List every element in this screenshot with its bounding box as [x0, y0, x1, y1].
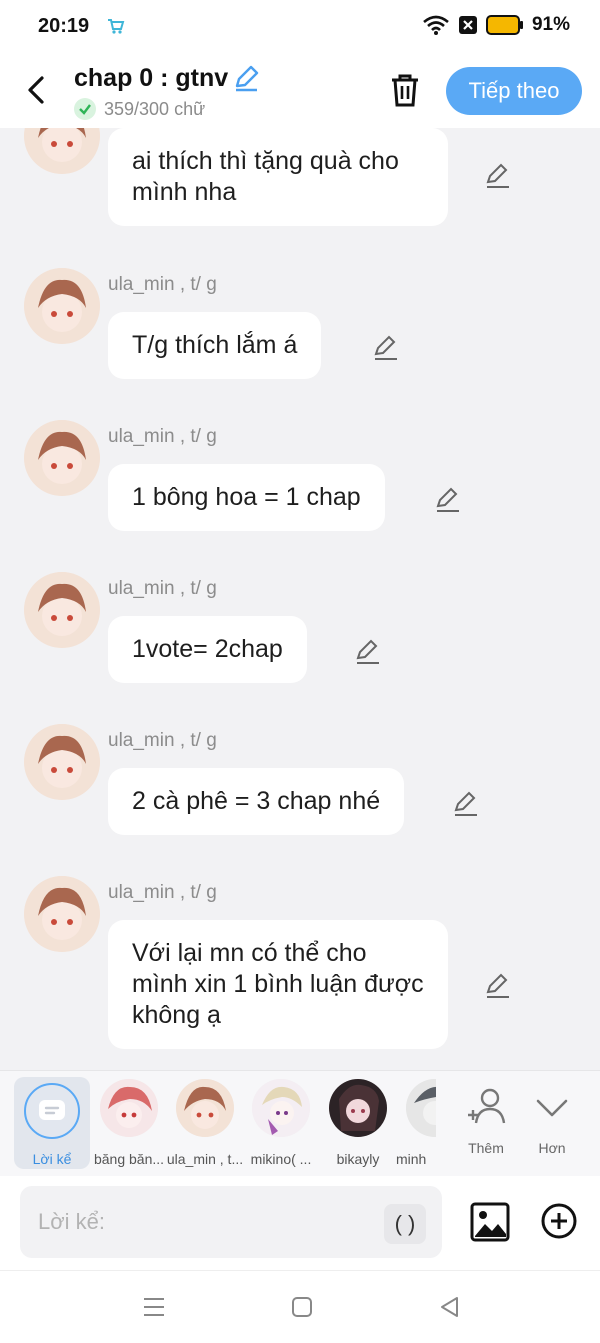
word-count-text: 359/300 chữ — [104, 98, 206, 119]
word-count: 359/300 chữ — [74, 98, 205, 120]
character-name: ula_min , t... — [166, 1151, 244, 1167]
character-item[interactable]: bikayly — [315, 1079, 401, 1167]
message-item: ula_min , t/ g Với lại mn có thể cho mìn… — [0, 876, 600, 1066]
sender-name: ula_min , t/ g — [108, 730, 217, 751]
avatar[interactable] — [24, 420, 100, 496]
editor-header: chap 0 : gtnv 359/300 chữ Tiếp theo — [0, 54, 600, 128]
avatar[interactable] — [24, 724, 100, 800]
character-name: bikayly — [336, 1151, 380, 1167]
avatar — [406, 1079, 436, 1137]
image-icon[interactable] — [470, 1202, 510, 1242]
edit-message-icon[interactable] — [484, 162, 512, 190]
more-button[interactable]: Hơn — [520, 1079, 584, 1156]
message-bubble[interactable]: T/g thích lắm á — [108, 312, 322, 379]
edit-message-icon[interactable] — [372, 334, 400, 362]
character-item[interactable]: ula_min , t... — [162, 1079, 248, 1167]
message-text: 1vote= 2chap — [132, 635, 283, 663]
message-text: 2 cà phê = 3 chap nhé — [132, 787, 381, 815]
avatar — [176, 1079, 234, 1137]
narrator-label: Lời kể — [32, 1151, 72, 1167]
character-item[interactable]: mikino( ... — [238, 1079, 324, 1167]
message-bubble[interactable]: Với lại mn có thể cho mình xin 1 bình lu… — [108, 920, 448, 1049]
chapter-title[interactable]: chap 0 : gtnv — [74, 64, 228, 93]
sender-name: ula_min , t/ g — [108, 274, 217, 295]
battery-icon — [485, 15, 523, 35]
message-item: ula_min , t/ g 1 bông hoa = 1 chap — [0, 420, 600, 540]
sender-name: ula_min , t/ g — [108, 882, 217, 903]
close-box-icon — [458, 16, 477, 34]
next-button[interactable]: Tiếp theo — [446, 67, 582, 115]
status-bar: 20:19 91% — [0, 0, 600, 54]
message-text: 1 bông hoa = 1 chap — [132, 483, 361, 511]
message-text: Với lại mn có thể cho mình xin 1 bình lu… — [132, 939, 424, 1029]
avatar[interactable] — [24, 128, 100, 174]
message-bubble[interactable]: 2 cà phê = 3 chap nhé — [108, 768, 405, 835]
add-character-button[interactable]: Thêm — [454, 1079, 518, 1156]
edit-message-icon[interactable] — [434, 486, 462, 514]
status-right: 91% — [422, 14, 570, 36]
add-user-icon — [468, 1088, 506, 1124]
chevron-down-icon — [536, 1099, 568, 1117]
message-text: T/g thích lắm á — [132, 331, 298, 359]
status-time: 20:19 — [38, 15, 90, 37]
message-bubble[interactable]: 1vote= 2chap — [108, 616, 307, 683]
avatar[interactable] — [24, 268, 100, 344]
character-bar: Lời kể băng băn... ula_min , t... mikino… — [0, 1070, 600, 1176]
sender-name: ula_min , t/ g — [108, 578, 217, 599]
narrator-icon — [24, 1083, 80, 1139]
character-name: mikino( ... — [250, 1151, 312, 1167]
avatar[interactable] — [24, 876, 100, 952]
message-item: ai thích thì tặng quà cho mình nha — [0, 128, 600, 238]
edit-message-icon[interactable] — [452, 790, 480, 818]
check-icon — [74, 98, 96, 120]
character-name: băng băn... — [93, 1151, 165, 1167]
edit-message-icon[interactable] — [484, 972, 512, 1000]
message-bubble[interactable]: ai thích thì tặng quà cho mình nha — [108, 128, 448, 226]
story-input[interactable] — [20, 1186, 442, 1258]
avatar — [252, 1079, 310, 1137]
chat-area: ai thích thì tặng quà cho mình nha ula_m… — [0, 128, 600, 1070]
back-triangle-icon[interactable] — [438, 1295, 462, 1319]
composer: ( ) — [0, 1176, 600, 1270]
home-square-icon[interactable] — [290, 1295, 314, 1319]
wifi-icon — [423, 15, 449, 35]
message-item: ula_min , t/ g 1vote= 2chap — [0, 572, 600, 692]
character-name: minh — [396, 1151, 427, 1167]
menu-icon[interactable] — [142, 1295, 166, 1319]
parentheses-button[interactable]: ( ) — [384, 1204, 426, 1244]
plus-circle-icon[interactable] — [540, 1202, 578, 1240]
sender-name: ula_min , t/ g — [108, 426, 217, 447]
character-item[interactable]: minh — [392, 1079, 436, 1167]
add-character-label: Thêm — [468, 1140, 504, 1156]
message-item: ula_min , t/ g 2 cà phê = 3 chap nhé — [0, 724, 600, 844]
system-nav-bar — [0, 1270, 600, 1343]
battery-percent: 91% — [531, 14, 570, 35]
narrator-selector[interactable]: Lời kể — [14, 1077, 90, 1169]
message-bubble[interactable]: 1 bông hoa = 1 chap — [108, 464, 385, 531]
edit-message-icon[interactable] — [354, 638, 382, 666]
message-item: ula_min , t/ g T/g thích lắm á — [0, 268, 600, 388]
more-label: Hơn — [538, 1140, 566, 1156]
avatar — [100, 1079, 158, 1137]
back-icon[interactable] — [22, 72, 52, 108]
character-item[interactable]: băng băn... — [86, 1079, 172, 1167]
avatar — [329, 1079, 387, 1137]
avatar[interactable] — [24, 572, 100, 648]
pencil-icon[interactable] — [232, 64, 260, 92]
trash-icon[interactable] — [388, 72, 422, 108]
shopping-cart-icon — [108, 19, 125, 34]
message-text: ai thích thì tặng quà cho mình nha — [132, 147, 399, 206]
